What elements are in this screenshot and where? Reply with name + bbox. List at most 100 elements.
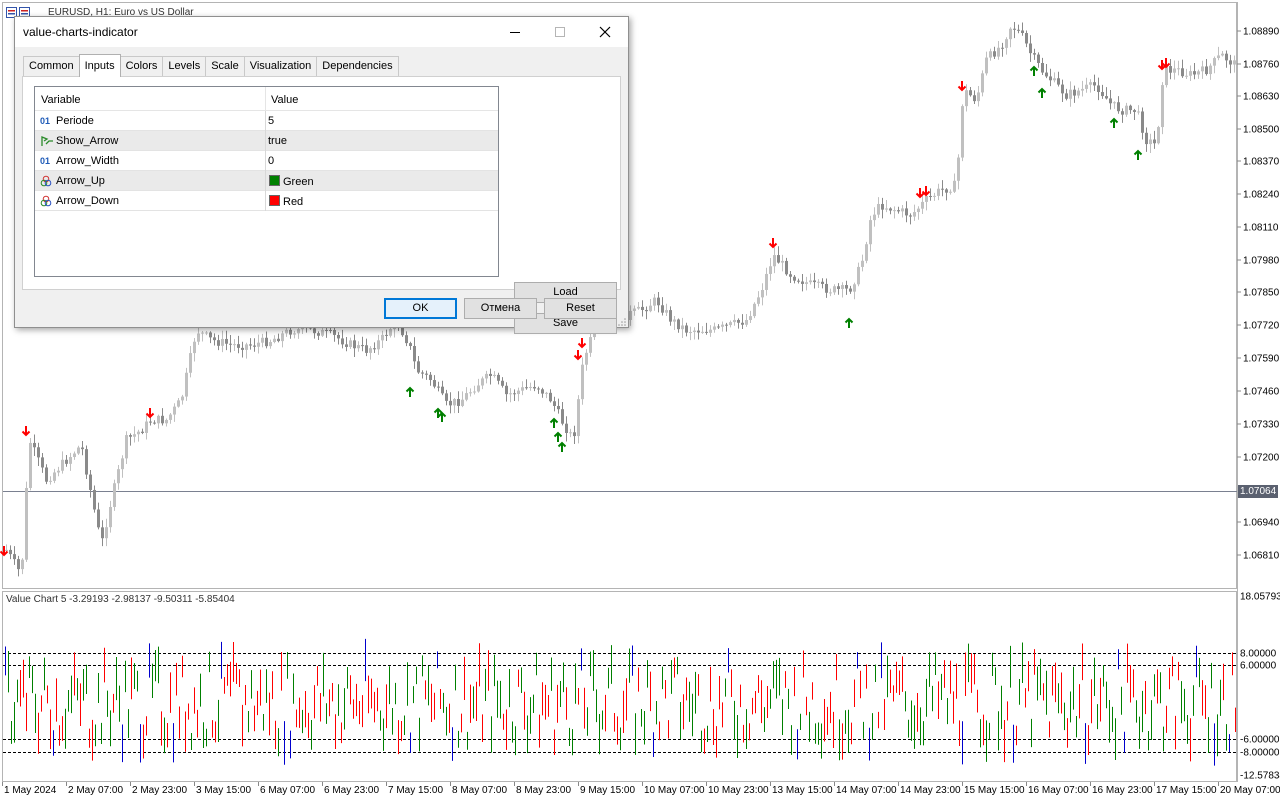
tab-levels[interactable]: Levels — [162, 56, 207, 77]
ok-button[interactable]: OK — [384, 298, 457, 319]
candle-body — [137, 431, 140, 435]
resize-grip-icon[interactable] — [618, 317, 626, 326]
row-value[interactable]: Red — [269, 195, 303, 208]
candle-body — [77, 447, 80, 454]
candle-body — [313, 328, 316, 334]
candle-body — [1193, 71, 1196, 75]
table-row[interactable]: Arrow_Down Red — [35, 191, 498, 211]
candle-body — [445, 393, 448, 401]
tab-dependencies[interactable]: Dependencies — [316, 56, 399, 77]
table-row[interactable]: Show_Arrow true — [35, 131, 498, 151]
tab-colors[interactable]: Colors — [119, 56, 164, 77]
candle-body — [885, 208, 888, 210]
candle-body — [1045, 72, 1048, 77]
candle-body — [53, 472, 56, 481]
candle-body — [385, 334, 388, 336]
candle-body — [721, 324, 724, 327]
row-variable: Periode — [56, 115, 94, 127]
time-axis-label: 17 May 15:00 — [1156, 785, 1217, 796]
candle-body — [957, 157, 960, 181]
candle-body — [225, 338, 228, 344]
candle-body — [1161, 85, 1164, 128]
candle-body — [473, 391, 476, 393]
candle-body — [949, 191, 952, 193]
close-icon[interactable] — [582, 17, 628, 47]
candle-body — [221, 338, 224, 346]
table-row[interactable]: Arrow_Up Green — [35, 171, 498, 191]
candle-body — [517, 390, 520, 395]
candle-body — [821, 281, 824, 284]
row-value[interactable]: Green — [269, 175, 314, 188]
candle-body — [1189, 71, 1192, 76]
candle-body — [65, 459, 68, 464]
candle-body — [805, 282, 808, 284]
row-value[interactable]: 5 — [268, 115, 274, 127]
dialog-titlebar[interactable]: value-charts-indicator — [15, 17, 628, 47]
dialog-title: value-charts-indicator — [23, 25, 138, 39]
table-row[interactable]: 01 Periode 5 — [35, 111, 498, 131]
header-divider[interactable] — [265, 87, 266, 111]
candle-body — [1073, 89, 1076, 96]
table-row[interactable]: 01 Arrow_Width 0 — [35, 151, 498, 171]
column-header-variable[interactable]: Variable — [41, 94, 81, 106]
candle-body — [233, 344, 236, 346]
bool-icon — [40, 135, 53, 147]
candle-body — [1157, 127, 1160, 144]
candle-body — [345, 344, 348, 347]
tab-scale[interactable]: Scale — [205, 56, 245, 77]
candle-body — [273, 338, 276, 343]
cancel-button[interactable]: Отмена — [464, 298, 537, 319]
tab-inputs[interactable]: Inputs — [78, 54, 121, 77]
row-variable: Arrow_Up — [56, 175, 105, 187]
candle-body — [777, 255, 780, 263]
inputs-panel: Variable Value 01 Periode 5 Show_Arrow t… — [22, 76, 621, 334]
candle-body — [833, 286, 836, 293]
time-axis-label: 16 May 07:00 — [1028, 785, 1089, 796]
candle-body — [765, 273, 768, 290]
candle-body — [125, 435, 128, 459]
candle-body — [497, 374, 500, 381]
candle-body — [653, 297, 656, 306]
candle-body — [1101, 92, 1104, 97]
candle-body — [1229, 60, 1232, 65]
candle-body — [1049, 76, 1052, 81]
candle-body — [333, 330, 336, 335]
price-scale-label: 1.07460 — [1243, 387, 1280, 398]
candle-body — [1209, 65, 1212, 75]
arrow-up-icon — [1109, 117, 1119, 128]
candle-body — [1105, 96, 1108, 99]
time-axis-label: 14 May 07:00 — [836, 785, 897, 796]
minimize-icon[interactable] — [492, 17, 538, 47]
candle-body — [405, 335, 408, 344]
price-scale-label: 1.07850 — [1243, 288, 1280, 299]
reset-button[interactable]: Reset — [544, 298, 617, 319]
time-axis-label: 14 May 23:00 — [900, 785, 961, 796]
tab-visualization[interactable]: Visualization — [243, 56, 318, 77]
arrow-down-icon — [577, 338, 587, 349]
arrow-up-icon — [437, 411, 447, 422]
arrow-down-icon — [21, 426, 31, 437]
candle-body — [257, 342, 260, 347]
indicator-properties-dialog[interactable]: value-charts-indicator Common Inputs Col… — [14, 16, 629, 334]
candle-body — [1057, 78, 1060, 85]
tab-common[interactable]: Common — [23, 56, 80, 77]
row-value[interactable]: 0 — [268, 155, 274, 167]
candle-body — [1053, 78, 1056, 81]
candle-body — [553, 401, 556, 406]
candle-body — [325, 329, 328, 331]
candle-body — [877, 203, 880, 215]
candle-body — [57, 470, 60, 473]
candle-body — [953, 180, 956, 192]
candle-body — [469, 392, 472, 394]
candle-body — [9, 549, 12, 555]
row-value[interactable]: true — [268, 135, 287, 147]
candle-body — [17, 559, 20, 570]
candle-body — [1165, 66, 1168, 86]
column-header-value[interactable]: Value — [271, 94, 298, 106]
cell-divider — [265, 111, 266, 131]
candle-body — [1133, 110, 1136, 112]
candle-body — [437, 386, 440, 388]
candle-body — [285, 329, 288, 334]
candle-body — [637, 306, 640, 309]
candle-body — [573, 432, 576, 437]
